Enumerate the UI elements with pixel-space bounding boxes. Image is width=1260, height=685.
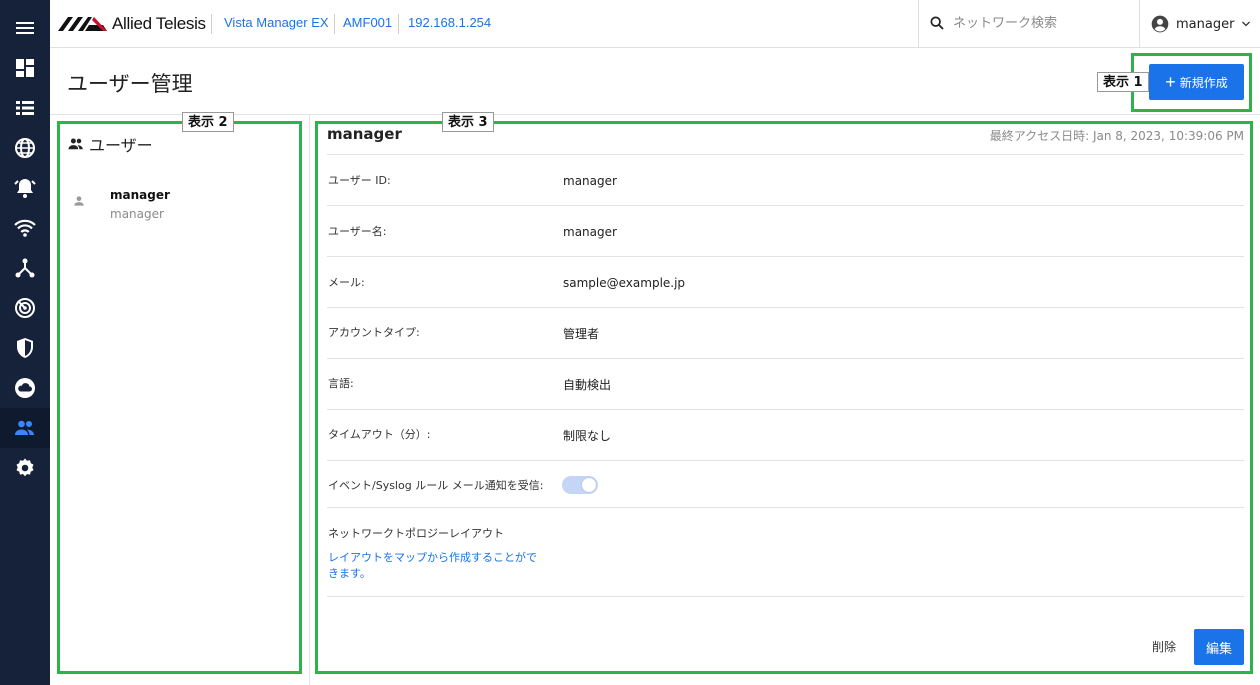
field-label-topology-layout: ネットワークトポロジーレイアウト [328,527,504,540]
settings-icon[interactable] [0,448,50,488]
callout-label-1: 表示 1 [1097,72,1149,92]
field-label-email: メール: [328,276,365,289]
toggle-knob [582,478,596,492]
network-search [918,0,1140,47]
field-label-language: 言語: [328,377,354,390]
email-notify-toggle[interactable] [562,476,598,494]
breadcrumb-product[interactable]: Vista Manager EX [224,15,329,30]
field-label-account-type: アカウントタイプ: [328,326,420,339]
row-divider [327,596,1244,597]
field-label-user-name: ユーザー名: [328,225,387,238]
users-panel-header: ユーザー [67,132,153,156]
side-navigation [0,0,50,685]
field-value-account-type: 管理者 [563,327,600,341]
wifi-icon[interactable] [0,208,50,248]
create-new-button[interactable]: + 新規作成 [1149,64,1244,100]
chevron-down-icon [1242,21,1251,27]
cloud-icon[interactable] [0,368,50,408]
people-icon [68,138,83,150]
row-divider [327,460,1244,461]
row-divider [327,154,1244,155]
edit-button[interactable]: 編集 [1194,629,1244,665]
alarm-icon[interactable] [0,168,50,208]
callout-label-2: 表示 2 [182,112,234,132]
dashboard-icon[interactable] [0,48,50,88]
top-bar: Allied Telesis Vista Manager EX AMF001 1… [50,0,1260,48]
plus-icon: + [1165,72,1176,92]
delete-button[interactable]: 削除 [1146,634,1182,659]
callout-frame-3 [315,121,1253,674]
field-label-timeout: タイムアウト（分）: [328,428,431,441]
detail-user-name: manager [327,125,402,143]
row-divider [327,205,1244,206]
divider [334,14,335,34]
list-icon[interactable] [0,88,50,128]
user-list-item-name: manager [110,207,164,221]
row-divider [327,307,1244,308]
create-new-label: 新規作成 [1179,75,1228,90]
breadcrumb-ip[interactable]: 192.168.1.254 [408,15,491,30]
row-divider [327,256,1244,257]
shield-icon[interactable] [0,328,50,368]
row-divider [327,409,1244,410]
field-value-timeout: 制限なし [563,429,612,443]
divider [211,14,212,34]
row-divider [327,507,1244,508]
last-access-time: 最終アクセス日時: Jan 8, 2023, 10:39:06 PM [989,129,1244,143]
globe-icon[interactable] [0,128,50,168]
menu-icon[interactable] [0,8,50,48]
callout-label-3: 表示 3 [442,112,494,132]
page-title: ユーザー管理 [67,72,193,96]
create-layout-link[interactable]: レイアウトをマップから作成することができます。 [328,550,546,582]
account-circle-icon [1151,15,1169,33]
users-icon[interactable] [0,408,50,448]
search-icon [930,16,944,30]
users-panel-title: ユーザー [89,136,153,155]
topology-icon[interactable] [0,248,50,288]
field-value-language: 自動検出 [563,378,612,392]
divider [398,14,399,34]
current-user-name: manager [1176,16,1235,32]
breadcrumb-device[interactable]: AMF001 [343,15,392,30]
brand-logo[interactable]: Allied Telesis [58,12,206,36]
brand-name: Allied Telesis [112,14,206,33]
field-label-user-id: ユーザー ID: [328,174,391,187]
user-menu[interactable]: manager [1150,12,1252,36]
allied-telesis-logo-icon [58,17,107,31]
radar-icon[interactable] [0,288,50,328]
person-icon [74,196,84,206]
panel-divider [309,115,310,685]
field-label-email-notify: イベント/Syslog ルール メール通知を受信: [328,479,544,492]
user-list-item-id: manager [110,188,170,202]
field-value-user-id: manager [563,174,617,188]
field-value-user-name: manager [563,225,617,239]
row-divider [327,358,1244,359]
field-value-email: sample@example.jp [563,276,686,290]
search-input[interactable] [953,12,1133,34]
user-list-item[interactable]: manager manager [67,180,292,230]
